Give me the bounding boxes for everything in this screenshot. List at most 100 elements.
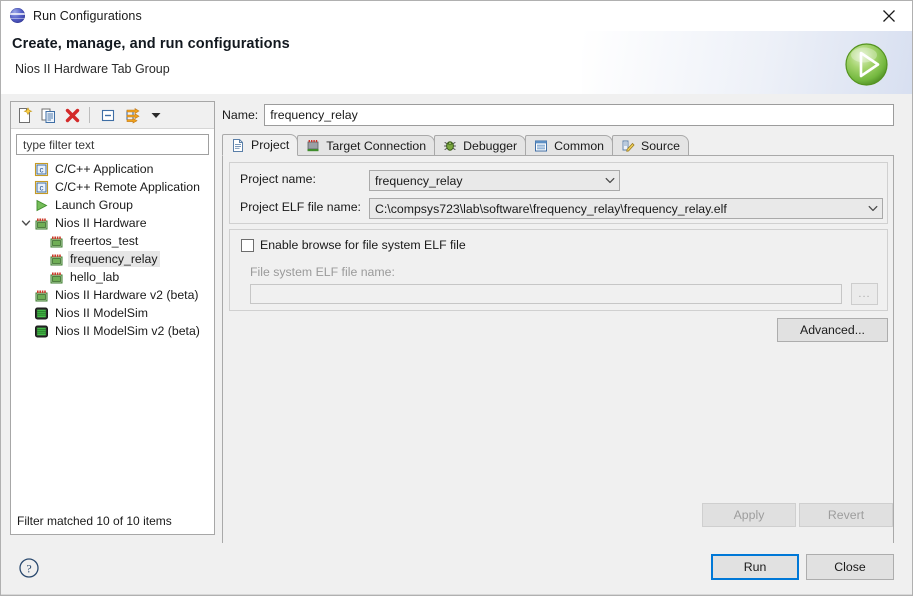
tab-label: Common — [554, 139, 604, 153]
run-green-play-icon — [844, 42, 889, 87]
enable-browse-label: Enable browse for file system ELF file — [260, 238, 466, 252]
tree-item-label: C/C++ Remote Application — [55, 180, 200, 194]
tree-item-nios-ii-hardware-v2-beta[interactable]: Nios II Hardware v2 (beta) — [12, 286, 213, 304]
tab-target-connection[interactable]: Target Connection — [297, 135, 436, 156]
nios-hardware-icon — [48, 269, 64, 285]
project-elf-combo[interactable]: C:\compsys723\lab\software\frequency_rel… — [369, 198, 883, 219]
project-file-icon — [230, 137, 246, 153]
source-edit-icon — [620, 138, 636, 154]
tree-item-freertos-test[interactable]: freertos_test — [12, 232, 213, 250]
launch-config-toolbar — [11, 102, 214, 129]
tree-item-label: Nios II ModelSim — [55, 306, 148, 320]
chevron-down-icon[interactable] — [864, 199, 882, 218]
nios-hardware-icon — [48, 251, 64, 267]
dialog-banner: Create, manage, and run configurations N… — [1, 31, 912, 94]
browse-button[interactable]: ... — [851, 283, 878, 305]
new-launch-configuration-icon[interactable] — [13, 104, 35, 126]
c-application-icon: c — [33, 161, 49, 177]
tree-item-c-cpp-application[interactable]: c C/C++ Application — [12, 160, 213, 178]
configuration-tabs: Project Target Connection Debugger Commo… — [222, 134, 903, 156]
tab-label: Debugger — [463, 139, 518, 153]
filesystem-elf-input[interactable] — [250, 284, 842, 304]
help-question-icon[interactable]: ? — [18, 557, 40, 579]
tab-common[interactable]: Common — [525, 135, 613, 156]
filter-launch-configurations-icon[interactable] — [121, 104, 143, 126]
configuration-name-row: Name: — [222, 104, 895, 126]
view-menu-chevron-down-icon[interactable] — [145, 104, 167, 126]
tab-project[interactable]: Project — [222, 134, 299, 156]
svg-text:c: c — [39, 165, 43, 174]
close-icon[interactable] — [866, 1, 912, 31]
enable-browse-checkbox-row[interactable]: Enable browse for file system ELF file — [241, 238, 466, 252]
project-elf-label: Project ELF file name: — [240, 200, 361, 214]
nios-hardware-icon — [48, 233, 64, 249]
enable-browse-checkbox[interactable] — [241, 238, 254, 252]
toolbar-divider — [89, 107, 90, 123]
tree-item-label: frequency_relay — [68, 251, 160, 267]
launch-configuration-tree[interactable]: c C/C++ Application c C/C++ Remote Appli… — [12, 160, 213, 510]
name-label: Name: — [222, 108, 259, 122]
dialog-body: c C/C++ Application c C/C++ Remote A — [1, 94, 912, 587]
duplicate-launch-configuration-icon[interactable] — [37, 104, 59, 126]
project-name-combo[interactable]: frequency_relay — [369, 170, 620, 191]
title-bar: Run Configurations — [1, 1, 912, 31]
tree-item-nios-ii-hardware[interactable]: Nios II Hardware — [12, 214, 213, 232]
tab-label: Source — [641, 139, 680, 153]
common-list-icon — [533, 138, 549, 154]
configuration-editor-panel: Name: frequency_relay Project Target Con… — [222, 101, 903, 587]
revert-button[interactable]: Revert — [799, 503, 893, 527]
filesystem-elf-label: File system ELF file name: — [250, 265, 395, 279]
footer-divider — [1, 594, 912, 595]
tree-item-label: C/C++ Application — [55, 162, 154, 176]
nios-hardware-icon — [33, 287, 49, 303]
tree-item-launch-group[interactable]: Launch Group — [12, 196, 213, 214]
c-application-icon: c — [33, 179, 49, 195]
debugger-bug-icon — [442, 138, 458, 154]
chevron-down-icon[interactable] — [18, 215, 33, 231]
svg-text:c: c — [39, 183, 43, 192]
filter-input[interactable] — [21, 136, 205, 153]
tab-label: Project — [251, 138, 290, 152]
filter-text-box[interactable] — [16, 134, 209, 155]
globe-icon — [10, 8, 26, 24]
name-input[interactable] — [264, 104, 895, 126]
page-title: Create, manage, and run configurations — [12, 36, 290, 52]
delete-launch-configuration-icon[interactable] — [61, 104, 83, 126]
tree-item-nios-ii-modelsim-v2-beta[interactable]: Nios II ModelSim v2 (beta) — [12, 322, 213, 340]
project-name-row: Project name: — [240, 172, 316, 186]
tab-source[interactable]: Source — [612, 135, 689, 156]
project-name-label: Project name: — [240, 172, 316, 186]
target-connection-icon — [305, 138, 321, 154]
run-button[interactable]: Run — [711, 554, 799, 580]
close-button[interactable]: Close — [806, 554, 894, 580]
svg-text:?: ? — [26, 562, 31, 576]
tab-label: Target Connection — [326, 139, 427, 153]
tree-item-label: Nios II ModelSim v2 (beta) — [55, 324, 200, 338]
chevron-down-icon[interactable] — [601, 171, 619, 190]
tree-item-label: Launch Group — [55, 198, 133, 212]
filter-status-text: Filter matched 10 of 10 items — [17, 514, 172, 528]
launch-group-icon — [33, 197, 49, 213]
launch-configurations-panel: c C/C++ Application c C/C++ Remote A — [10, 101, 215, 535]
collapse-all-icon[interactable] — [97, 104, 119, 126]
tree-item-label: freertos_test — [70, 234, 139, 248]
page-subtitle: Nios II Hardware Tab Group — [15, 62, 170, 76]
nios-modelsim-icon — [33, 323, 49, 339]
tree-item-c-cpp-remote-application[interactable]: c C/C++ Remote Application — [12, 178, 213, 196]
nios-hardware-icon — [33, 215, 49, 231]
advanced-button[interactable]: Advanced... — [777, 318, 888, 342]
window-title: Run Configurations — [33, 9, 142, 23]
apply-button[interactable]: Apply — [702, 503, 796, 527]
tree-item-hello-lab[interactable]: hello_lab — [12, 268, 213, 286]
filesystem-elf-group: Enable browse for file system ELF file F… — [229, 229, 888, 311]
project-elf-value: C:\compsys723\lab\software\frequency_rel… — [375, 201, 727, 216]
tree-item-label: Nios II Hardware v2 (beta) — [55, 288, 199, 302]
tree-item-label: Nios II Hardware — [55, 216, 147, 230]
tree-item-frequency-relay[interactable]: frequency_relay — [12, 250, 213, 268]
tree-item-nios-ii-modelsim[interactable]: Nios II ModelSim — [12, 304, 213, 322]
project-elf-row: Project ELF file name: — [240, 200, 361, 214]
dialog-footer: ? Run Close — [1, 543, 912, 595]
tab-debugger[interactable]: Debugger — [434, 135, 527, 156]
tree-item-label: hello_lab — [70, 270, 120, 284]
project-fields-group: Project name: frequency_relay Project EL… — [229, 162, 888, 224]
